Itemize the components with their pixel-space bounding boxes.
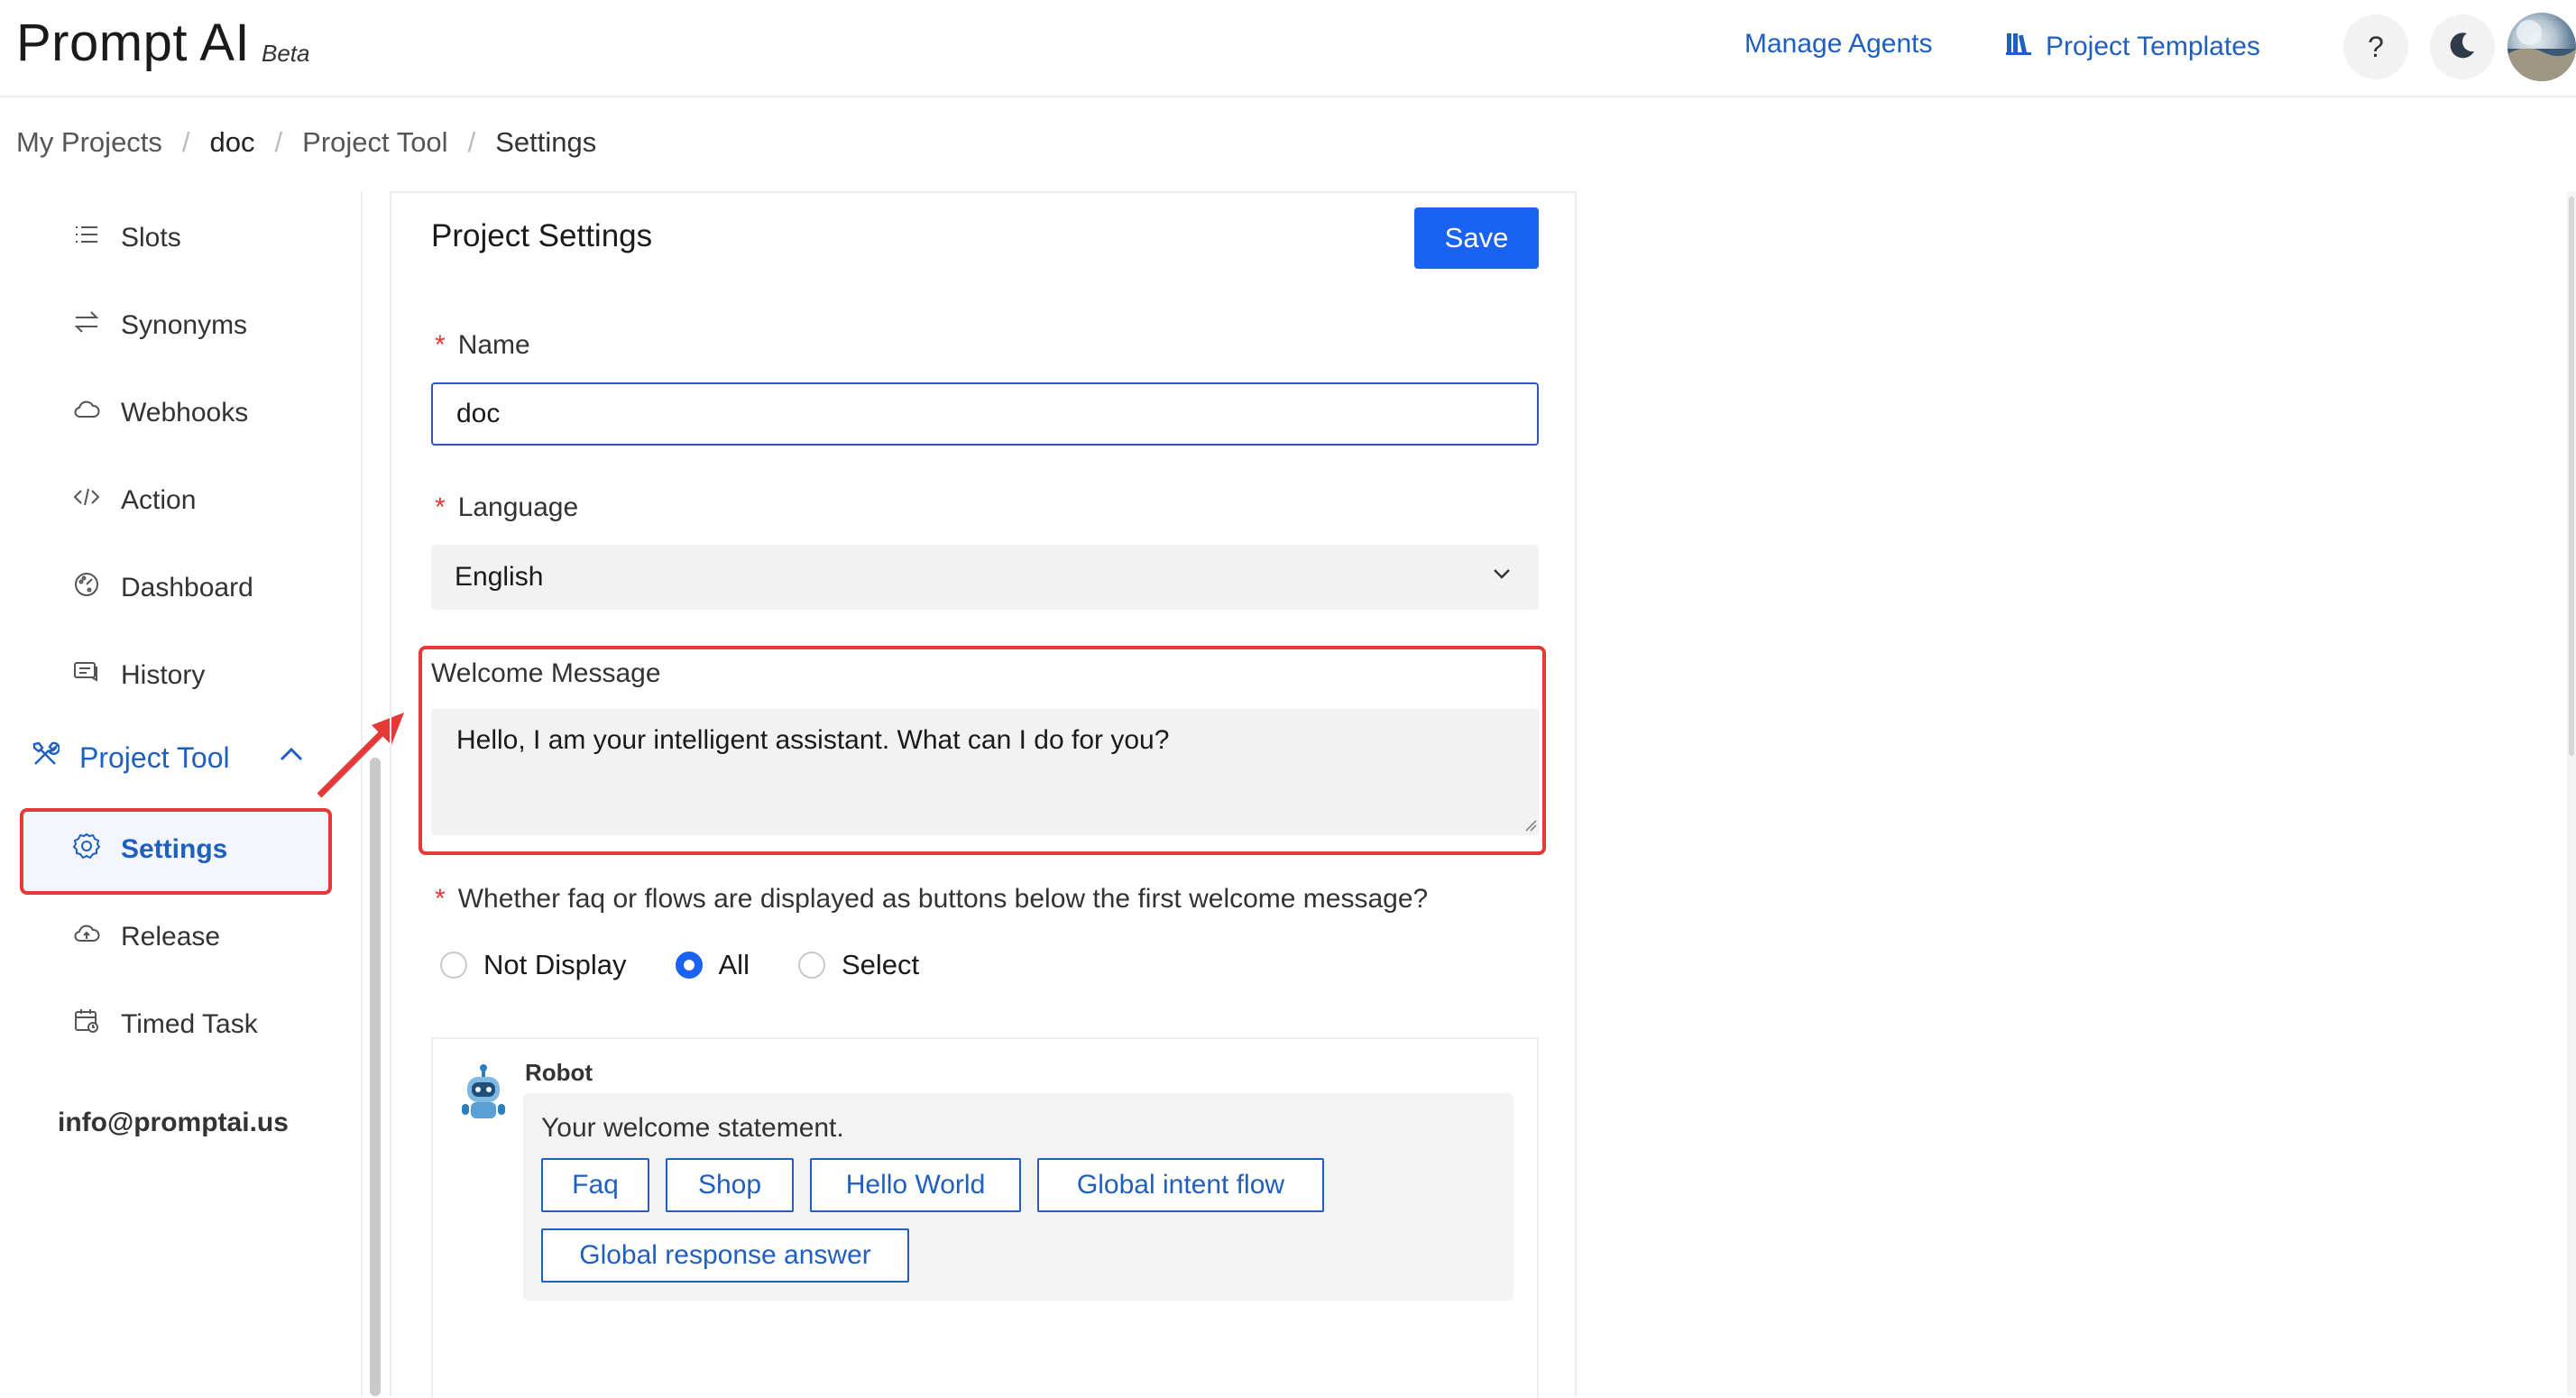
page-title: Project Settings: [431, 218, 653, 253]
language-label: * Language: [435, 492, 578, 523]
sidebar-item-label: History: [121, 660, 206, 690]
breadcrumb-my-projects[interactable]: My Projects: [16, 126, 162, 159]
name-label: * Name: [435, 330, 530, 361]
code-icon: [72, 483, 101, 519]
moon-icon: [2447, 30, 2478, 65]
sidebar-item-dashboard[interactable]: Dashboard: [72, 570, 253, 606]
display-mode-radio-group: Not Display All Select: [440, 949, 968, 981]
preview-button-global-response-answer[interactable]: Global response answer: [541, 1228, 909, 1283]
language-select[interactable]: English: [431, 545, 1539, 610]
language-label-text: Language: [457, 492, 579, 522]
beta-badge: Beta: [262, 40, 310, 67]
project-templates-link[interactable]: Project Templates: [2004, 29, 2260, 65]
sidebar-item-label: Synonyms: [121, 310, 248, 340]
chevron-up-icon[interactable]: [277, 740, 306, 776]
welcome-statement: Your welcome statement.: [541, 1113, 844, 1143]
sidebar-item-slots[interactable]: Slots: [72, 220, 181, 256]
robot-name: Robot: [525, 1059, 593, 1086]
list-icon: [72, 220, 101, 256]
manage-agents-label: Manage Agents: [1744, 29, 1933, 59]
radio-circle-icon: [797, 952, 825, 979]
sidebar-item-label: Webhooks: [121, 398, 249, 428]
breadcrumb-doc[interactable]: doc: [210, 126, 255, 159]
breadcrumb-settings: Settings: [495, 126, 597, 158]
display-mode-label-text: Whether faq or flows are displayed as bu…: [457, 884, 1429, 914]
sidebar-item-label: Slots: [121, 223, 181, 253]
preview-button-faq[interactable]: Faq: [541, 1158, 649, 1212]
brand-logo[interactable]: Prompt AI: [16, 13, 250, 73]
preview-button-hello-world[interactable]: Hello World: [810, 1158, 1021, 1212]
sidebar-item-synonyms[interactable]: Synonyms: [72, 308, 247, 344]
sidebar-group-label: Project Tool: [79, 740, 230, 774]
chat-history-icon: [72, 658, 101, 694]
sidebar-item-webhooks[interactable]: Webhooks: [72, 395, 248, 431]
tools-icon: [31, 740, 60, 776]
contact-email[interactable]: info@promptai.us: [58, 1108, 289, 1138]
settings-highlight-box: [20, 808, 332, 895]
sidebar-item-label: Dashboard: [121, 573, 253, 602]
question-icon: ?: [2368, 30, 2384, 63]
preview-button-global-intent-flow[interactable]: Global intent flow: [1037, 1158, 1324, 1212]
sidebar: [0, 191, 363, 1396]
breadcrumb-project-tool[interactable]: Project Tool: [302, 126, 447, 159]
sidebar-item-label: Release: [121, 922, 221, 952]
welcome-highlight-box: [419, 646, 1546, 855]
help-button[interactable]: ?: [2343, 14, 2408, 79]
radio-not-display[interactable]: Not Display: [440, 949, 627, 981]
name-label-text: Name: [457, 330, 530, 360]
required-asterisk: *: [435, 492, 446, 522]
sidebar-scrollbar[interactable]: [370, 758, 381, 1396]
sidebar-item-timed-task[interactable]: Timed Task: [72, 1007, 258, 1043]
sidebar-item-label: Timed Task: [121, 1009, 258, 1039]
sidebar-item-action[interactable]: Action: [72, 483, 196, 519]
manage-agents-link[interactable]: Manage Agents: [1744, 29, 1933, 60]
user-avatar[interactable]: [2507, 13, 2576, 81]
robot-icon: [456, 1062, 511, 1127]
page-scrollbar-thumb[interactable]: [2569, 197, 2574, 756]
sidebar-item-history[interactable]: History: [72, 658, 205, 694]
radio-label: All: [718, 949, 750, 980]
radio-all[interactable]: All: [675, 949, 750, 981]
breadcrumb-separator: /: [181, 126, 190, 158]
sidebar-item-label: Action: [121, 485, 197, 515]
required-asterisk: *: [435, 330, 446, 360]
save-button[interactable]: Save: [1414, 207, 1539, 269]
radio-label: Not Display: [483, 949, 627, 980]
breadcrumb: My Projects / doc / Project Tool / Setti…: [16, 126, 596, 159]
dark-mode-toggle[interactable]: [2430, 14, 2495, 79]
language-selected-value: English: [455, 562, 544, 592]
calendar-icon: [72, 1007, 101, 1043]
sidebar-item-release[interactable]: Release: [72, 919, 220, 955]
chevron-down-icon: [1490, 562, 1513, 593]
display-mode-label: * Whether faq or flows are displayed as b…: [435, 884, 1428, 915]
radio-checked-icon: [675, 952, 703, 979]
cloud-release-icon: [72, 919, 101, 955]
preview-button-shop[interactable]: Shop: [666, 1158, 794, 1212]
radio-label: Select: [841, 949, 920, 980]
swap-icon: [72, 308, 101, 344]
library-icon: [2004, 29, 2033, 65]
radio-circle-icon: [440, 952, 467, 979]
sidebar-group-project-tool[interactable]: Project Tool: [31, 740, 306, 776]
name-input[interactable]: [431, 382, 1539, 446]
breadcrumb-separator: /: [274, 126, 283, 158]
required-asterisk: *: [435, 884, 446, 914]
project-templates-label: Project Templates: [2046, 32, 2260, 61]
cloud-icon: [72, 395, 101, 431]
radio-select[interactable]: Select: [797, 949, 920, 981]
breadcrumb-separator: /: [467, 126, 476, 158]
dashboard-icon: [72, 570, 101, 606]
